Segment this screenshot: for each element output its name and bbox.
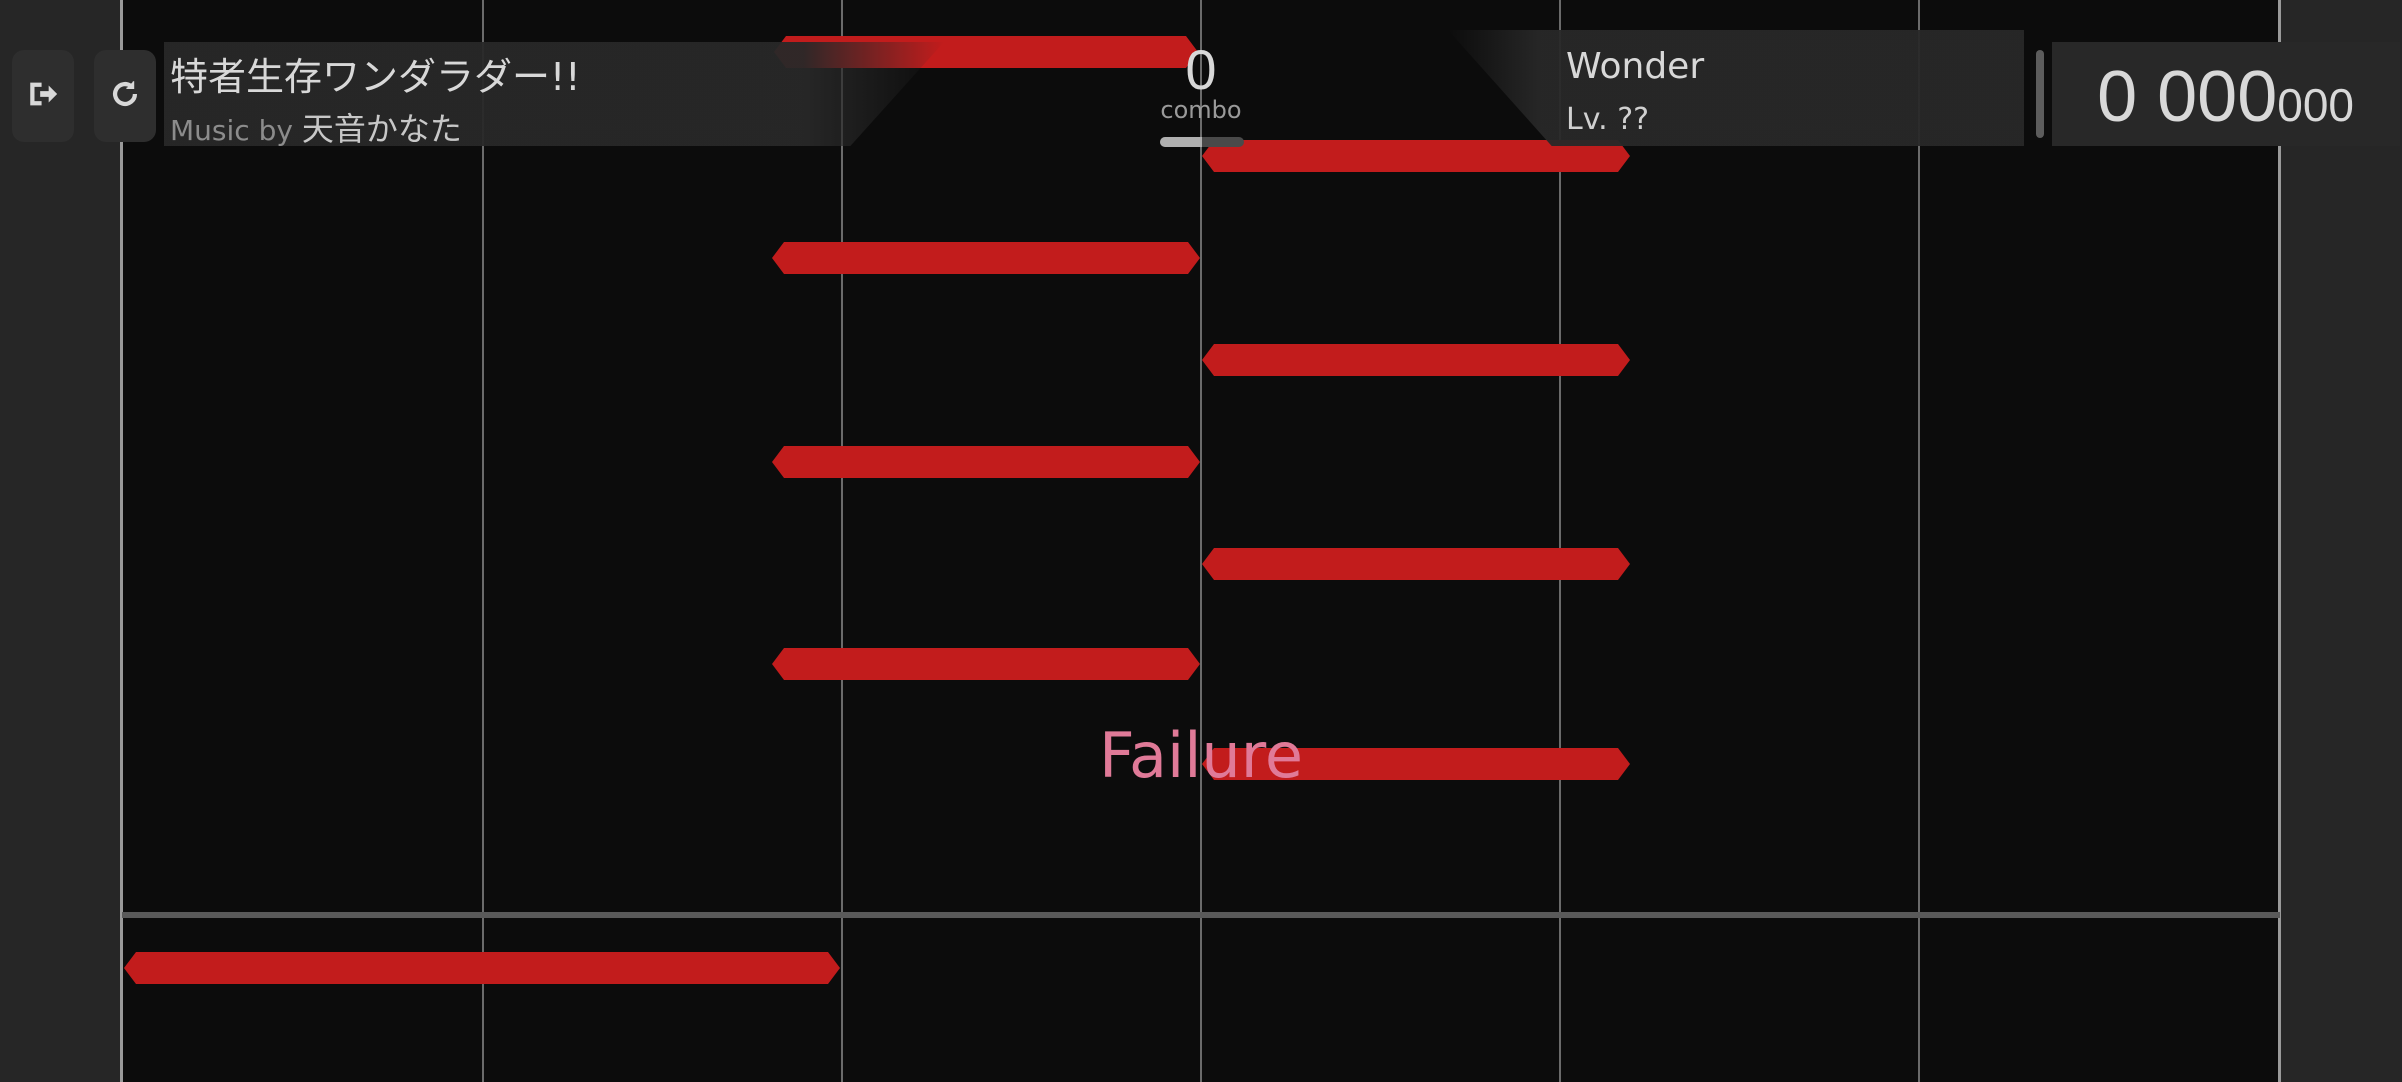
combo-label: combo [1160, 96, 1242, 124]
score-display: 0 000000 [2097, 56, 2354, 138]
note [1202, 548, 1630, 580]
difficulty-name: Wonder [1566, 46, 1705, 87]
lane-divider [1918, 0, 1920, 1082]
lane-divider [1200, 0, 1202, 1082]
artist-prefix: Music by [170, 114, 293, 147]
score-main-digits: 0 000 [2097, 57, 2278, 137]
right-margin [2280, 0, 2402, 1082]
song-artist: Music by 天音かなた [170, 104, 462, 150]
song-progress-bar [1160, 137, 1244, 147]
difficulty-panel [1448, 30, 2024, 146]
game-playfield[interactable]: 特者生存ワンダラダー!! Music by 天音かなた 0 combo Wond… [0, 0, 2402, 1082]
left-margin [0, 0, 122, 1082]
difficulty-level: Lv. ?? [1566, 102, 1650, 137]
score-minor-digits: 000 [2277, 79, 2354, 131]
lane-divider [482, 0, 484, 1082]
note [772, 446, 1200, 478]
retry-icon [108, 77, 142, 115]
song-progress-fill [1160, 137, 1202, 147]
lane-edge-right [2278, 0, 2281, 1082]
note [124, 952, 840, 984]
artist-name: 天音かなた [301, 110, 462, 148]
retry-button[interactable] [94, 50, 156, 142]
exit-button[interactable] [12, 50, 74, 142]
score-panel: 0 000000 [2052, 42, 2400, 146]
hud-divider [2036, 50, 2044, 138]
lane-edge-left [120, 0, 123, 1082]
combo-counter: 0 [1185, 38, 1217, 101]
note [1202, 344, 1630, 376]
note [772, 648, 1200, 680]
judgement-line [122, 912, 2280, 918]
judgement-text: Failure [1099, 719, 1303, 792]
song-title: 特者生存ワンダラダー!! [170, 55, 581, 99]
exit-icon [26, 77, 60, 115]
lane-divider [841, 0, 843, 1082]
note [772, 242, 1200, 274]
